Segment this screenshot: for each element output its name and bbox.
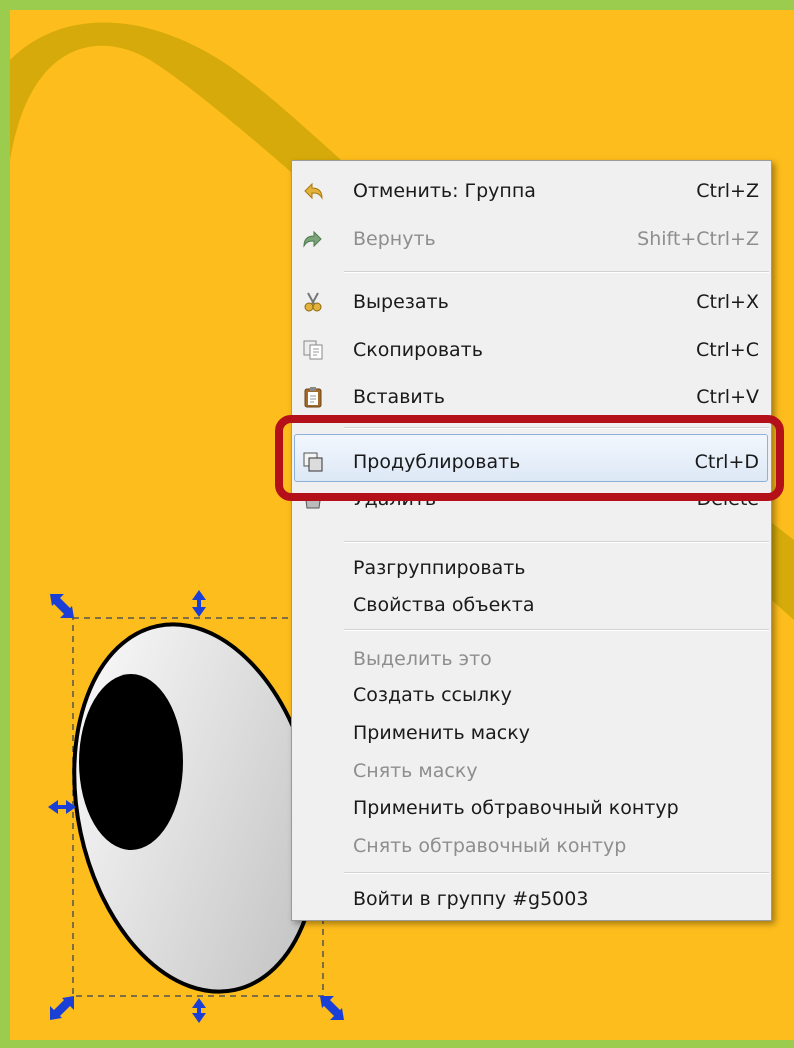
menu-item-enter-group[interactable]: Войти в группу #g5003 [292, 882, 771, 916]
menu-item-label: Отменить: Группа [353, 180, 536, 202]
menu-item-undo[interactable]: Отменить: Группа Ctrl+Z [292, 174, 771, 208]
menu-separator [344, 541, 769, 543]
menu-item-label: Создать ссылку [353, 684, 512, 706]
menu-separator [344, 629, 769, 631]
menu-item-cut[interactable]: Вырезать Ctrl+X [292, 285, 771, 319]
menu-item-label: Вставить [353, 386, 446, 408]
menu-separator [344, 872, 769, 874]
menu-item-label: Свойства объекта [353, 594, 535, 616]
menu-item-ungroup[interactable]: Разгруппировать [292, 551, 771, 585]
menu-item-object-properties[interactable]: Свойства объекта [292, 588, 771, 622]
menu-item-label: Разгруппировать [353, 557, 526, 579]
menu-item-label: Вырезать [353, 291, 449, 313]
menu-item-shortcut: Ctrl+X [696, 291, 759, 313]
menu-item-shortcut: Shift+Ctrl+Z [637, 228, 759, 250]
undo-icon [304, 182, 323, 200]
menu-item-label: Войти в группу #g5003 [353, 888, 589, 910]
menu-item-redo[interactable]: Вернуть Shift+Ctrl+Z [292, 222, 771, 256]
menu-item-label: Снять маску [353, 760, 478, 782]
clipboard-icon [304, 387, 322, 408]
menu-item-apply-clip[interactable]: Применить обтравочный контур [292, 791, 771, 825]
menu-item-label: Применить маску [353, 722, 530, 744]
menu-item-select-this[interactable]: Выделить это [292, 642, 771, 676]
menu-item-copy[interactable]: Скопировать Ctrl+C [292, 333, 771, 367]
menu-item-shortcut: Ctrl+V [696, 386, 759, 408]
highlight-callout-box [275, 415, 784, 501]
context-menu: Отменить: Группа Ctrl+Z Вернуть Shift+Ct… [291, 160, 772, 921]
menu-item-label: Вернуть [353, 228, 436, 250]
menu-item-label: Выделить это [353, 648, 492, 670]
copy-icon [303, 340, 323, 360]
menu-item-remove-clip[interactable]: Снять обтравочный контур [292, 829, 771, 863]
eye-pupil [79, 674, 183, 850]
menu-item-shortcut: Ctrl+C [696, 339, 759, 361]
menu-item-label: Снять обтравочный контур [353, 835, 627, 857]
menu-item-apply-mask[interactable]: Применить маску [292, 716, 771, 750]
menu-item-shortcut: Ctrl+Z [696, 180, 759, 202]
scissors-icon [304, 292, 322, 312]
menu-separator [344, 271, 769, 273]
menu-item-label: Применить обтравочный контур [353, 797, 679, 819]
redo-icon [303, 230, 322, 248]
menu-item-paste[interactable]: Вставить Ctrl+V [292, 380, 771, 414]
menu-item-create-link[interactable]: Создать ссылку [292, 678, 771, 712]
menu-item-label: Скопировать [353, 339, 483, 361]
menu-item-remove-mask[interactable]: Снять маску [292, 754, 771, 788]
